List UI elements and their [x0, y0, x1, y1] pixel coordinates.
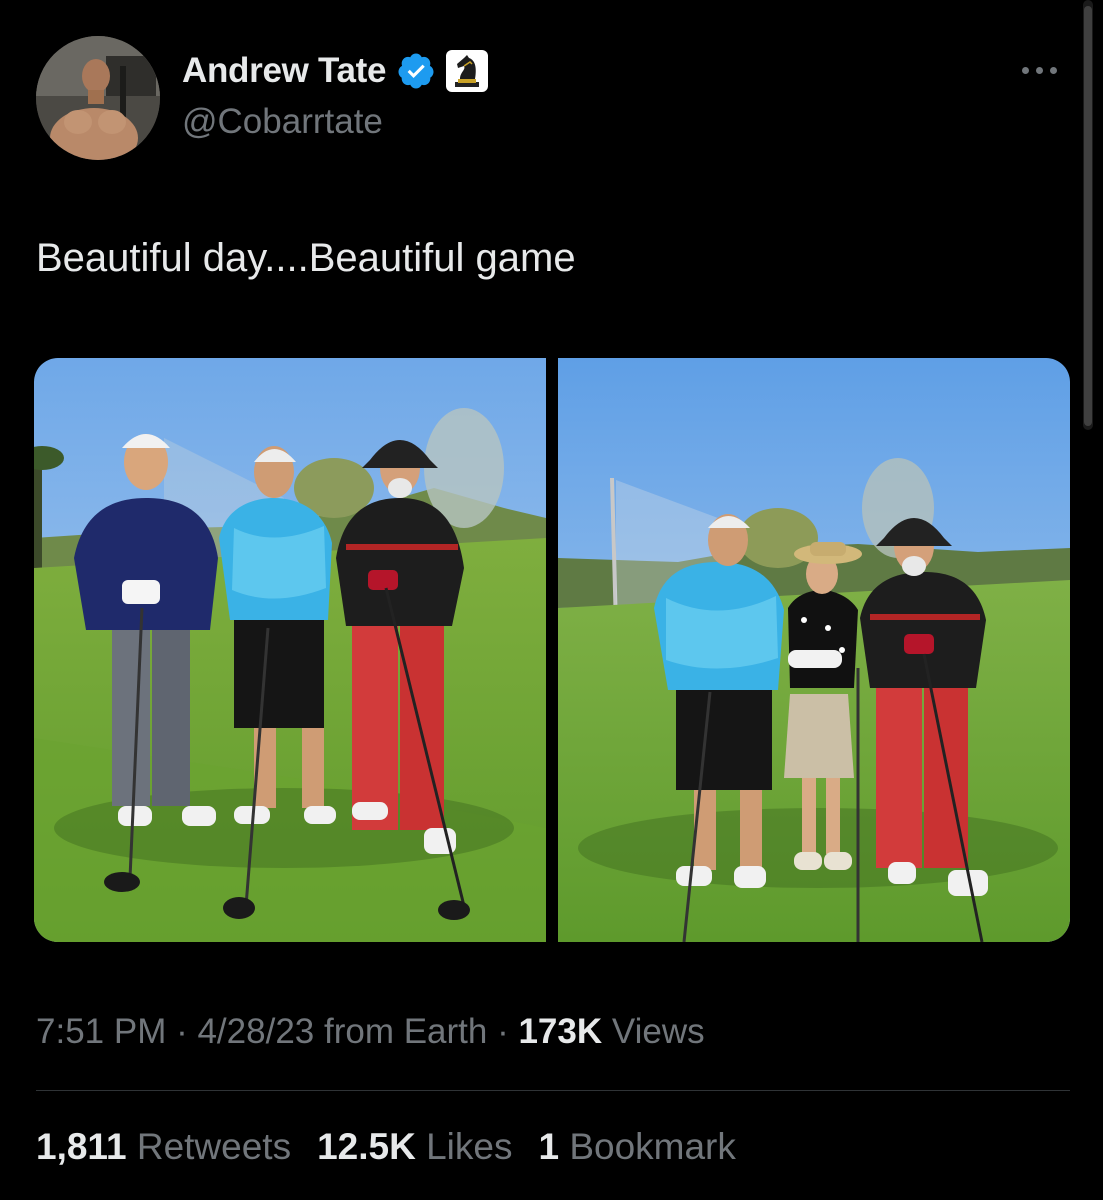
likes-stat[interactable]: 12.5K Likes — [317, 1126, 512, 1168]
dot — [1050, 66, 1057, 74]
views-count: 173K — [518, 1012, 603, 1051]
tweet-date[interactable]: 4/28/23 — [197, 1012, 314, 1051]
tweet-media-grid — [34, 358, 1070, 942]
retweets-count: 1,811 — [36, 1126, 127, 1167]
scrollbar-thumb[interactable] — [1084, 6, 1092, 426]
more-options-icon[interactable] — [1022, 60, 1066, 80]
meta-separator: · — [487, 1012, 519, 1051]
tweet-photo-2[interactable] — [558, 358, 1070, 942]
meta-separator: · — [166, 1012, 198, 1051]
engagement-stats: 1,811 Retweets 12.5K Likes 1 Bookmark — [36, 1126, 736, 1168]
avatar-image — [36, 36, 160, 160]
likes-label: Likes — [415, 1126, 513, 1167]
retweets-stat[interactable]: 1,811 Retweets — [36, 1126, 291, 1168]
retweets-label: Retweets — [126, 1126, 292, 1167]
bookmarks-count: 1 — [538, 1126, 560, 1167]
author-handle[interactable]: @Cobarrtate — [182, 102, 383, 142]
tweet-source: from Earth — [314, 1012, 488, 1051]
author-name-row: Andrew Tate — [182, 50, 489, 92]
tweet-meta: 7:51 PM · 4/28/23 from Earth · 173K View… — [36, 1012, 705, 1052]
dot — [1022, 66, 1029, 74]
dot — [1036, 66, 1043, 74]
verified-badge-icon[interactable] — [396, 51, 436, 91]
tweet-photo-1[interactable] — [34, 358, 546, 942]
author-avatar[interactable] — [36, 36, 160, 160]
likes-count: 12.5K — [317, 1126, 416, 1167]
chess-knight-icon[interactable] — [446, 50, 489, 92]
views-label: Views — [602, 1012, 705, 1051]
scrollbar[interactable] — [1083, 0, 1093, 430]
author-name[interactable]: Andrew Tate — [182, 51, 386, 91]
tweet-text: Beautiful day....Beautiful game — [36, 236, 576, 280]
tweet-time[interactable]: 7:51 PM — [36, 1012, 166, 1051]
divider — [36, 1090, 1070, 1091]
bookmarks-label: Bookmark — [559, 1126, 736, 1167]
bookmarks-stat[interactable]: 1 Bookmark — [538, 1126, 735, 1168]
